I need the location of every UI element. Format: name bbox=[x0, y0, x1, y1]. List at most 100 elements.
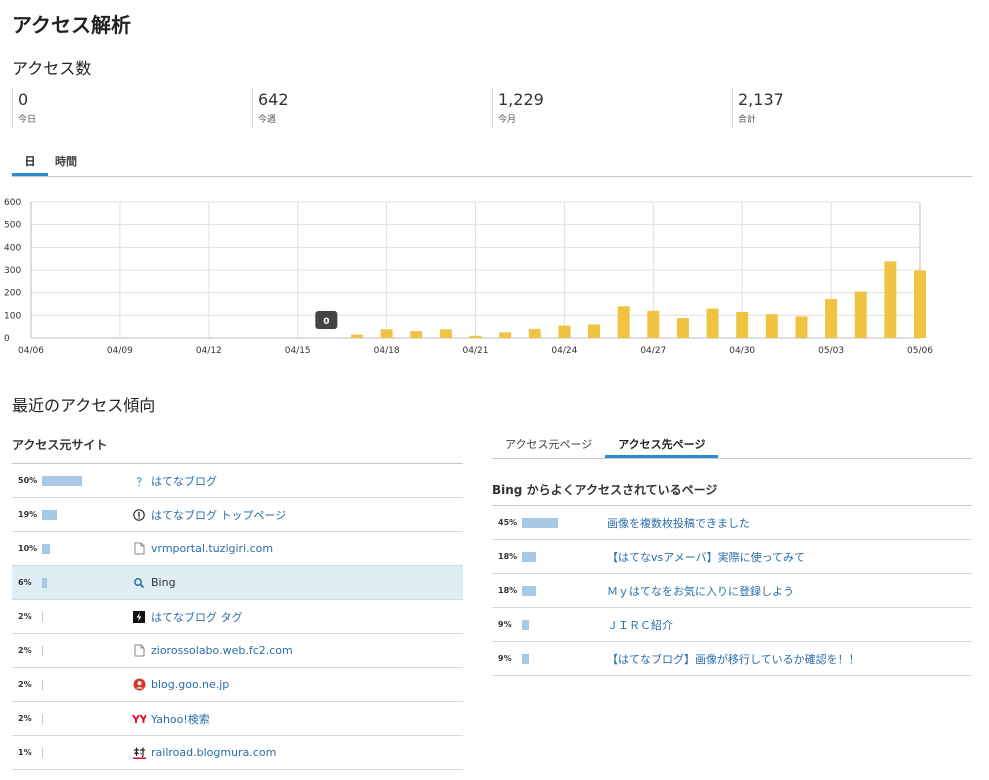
destination-row[interactable]: 18% 【はてなvsアメーバ】実際に使ってみて bbox=[492, 540, 972, 574]
referrer-link[interactable]: ziorossolabo.web.fc2.com bbox=[151, 644, 293, 657]
destination-link[interactable]: Ｍｙはてなをお気に入りに登録しよう bbox=[607, 583, 794, 599]
x-tick-label: 05/03 bbox=[818, 346, 844, 356]
destination-link[interactable]: 【はてなvsアメーバ】実際に使ってみて bbox=[607, 549, 805, 565]
x-tick-label: 04/21 bbox=[463, 346, 489, 356]
hatena-top-icon bbox=[132, 508, 146, 522]
recent-title: 最近のアクセス傾向 bbox=[12, 396, 156, 415]
chart-bar bbox=[528, 328, 541, 338]
destination-bar bbox=[522, 585, 537, 596]
referrer-bar bbox=[42, 611, 43, 622]
y-tick-label: 300 bbox=[4, 266, 21, 276]
referrer-link[interactable]: vrmportal.tuzigiri.com bbox=[151, 542, 273, 555]
x-tick-label: 05/06 bbox=[907, 346, 933, 356]
stat-label: 合計 bbox=[738, 115, 757, 125]
destination-row[interactable]: 18% Ｍｙはてなをお気に入りに登録しよう bbox=[492, 574, 972, 608]
x-tick-label: 04/06 bbox=[18, 346, 44, 356]
y-tick-label: 200 bbox=[4, 289, 21, 299]
tab-day[interactable]: 日 bbox=[12, 148, 48, 176]
referrer-percent: 2% bbox=[18, 646, 32, 655]
chart-bar bbox=[825, 299, 838, 338]
chart-bar bbox=[914, 270, 926, 338]
referrer-row[interactable]: 2% はてなブログ タグ bbox=[12, 600, 463, 634]
referrer-row[interactable]: 1% railroad.blogmura.com bbox=[12, 736, 463, 770]
destination-bar-track bbox=[520, 517, 602, 528]
destination-row[interactable]: 45% 画像を複数枚投稿できました bbox=[492, 506, 972, 540]
referrer-row[interactable]: 2% ziorossolabo.web.fc2.com bbox=[12, 634, 463, 668]
access-count-title: アクセス数 bbox=[12, 59, 92, 78]
referrer-bar bbox=[42, 713, 43, 724]
referrer-percent: 6% bbox=[18, 578, 32, 587]
stat-label: 今日 bbox=[18, 115, 37, 125]
destination-bar bbox=[522, 619, 530, 630]
chart-bar bbox=[617, 306, 630, 338]
stat-month: 1,229 今月 bbox=[492, 88, 732, 128]
referrer-bar bbox=[42, 577, 47, 588]
stat-label: 今月 bbox=[498, 115, 517, 125]
referrer-link[interactable]: はてなブログ bbox=[151, 473, 217, 489]
page-tabs: アクセス元ページ アクセス先ページ bbox=[492, 429, 972, 459]
referrer-row[interactable]: 10% vrmportal.tuzigiri.com bbox=[12, 532, 463, 566]
stat-value: 0 bbox=[18, 90, 29, 109]
destination-bar-track bbox=[520, 619, 602, 630]
referrer-list: 50% はてなブログ 19% はてなブログ トップページ 10% vrmport… bbox=[12, 463, 463, 770]
referrer-link[interactable]: blog.goo.ne.jp bbox=[151, 678, 229, 691]
x-tick-label: 04/18 bbox=[374, 346, 400, 356]
referrer-row[interactable]: 19% はてなブログ トップページ bbox=[12, 498, 463, 532]
yahoo-icon bbox=[132, 712, 146, 726]
destination-percent: 18% bbox=[498, 552, 518, 561]
referrer-percent: 2% bbox=[18, 612, 32, 621]
stat-week: 642 今週 bbox=[252, 88, 492, 128]
tab-destination-pages[interactable]: アクセス先ページ bbox=[605, 429, 719, 458]
y-tick-label: 100 bbox=[4, 311, 21, 321]
referrer-row[interactable]: 2% blog.goo.ne.jp bbox=[12, 668, 463, 702]
chart-bar bbox=[499, 332, 512, 338]
destination-bar-track bbox=[520, 653, 602, 664]
y-tick-label: 0 bbox=[4, 334, 10, 344]
referrer-link[interactable]: はてなブログ トップページ bbox=[151, 507, 286, 523]
search-icon bbox=[132, 576, 146, 590]
access-chart: 0 100 200 300 400 500 600 04/06 04/09 04/12 04/15 0… bbox=[4, 198, 933, 356]
referrer-percent: 2% bbox=[18, 714, 32, 723]
referrer-link[interactable]: Yahoo!検索 bbox=[151, 711, 210, 727]
chart-bar bbox=[706, 308, 719, 338]
referrer-row[interactable]: 2% Yahoo!検索 bbox=[12, 702, 463, 736]
chart-bar bbox=[765, 314, 778, 338]
destination-link[interactable]: 【はてなブログ】画像が移行しているか確認を！！ bbox=[607, 651, 860, 667]
destination-list: 45% 画像を複数枚投稿できました 18% 【はてなvsアメーバ】実際に使ってみ… bbox=[492, 505, 972, 676]
y-tick-label: 400 bbox=[4, 243, 21, 253]
referrer-bar bbox=[42, 679, 43, 690]
destination-title: Bing からよくアクセスされているページ bbox=[492, 483, 718, 497]
stat-today: 0 今日 bbox=[12, 88, 252, 128]
referrer-row[interactable]: 50% はてなブログ bbox=[12, 464, 463, 498]
chart-bar bbox=[588, 324, 601, 338]
referrer-bar-track bbox=[40, 543, 128, 554]
referrer-percent: 50% bbox=[18, 476, 38, 485]
referrer-percent: 1% bbox=[18, 748, 32, 757]
referrer-bar-track bbox=[40, 475, 128, 486]
chart-bar bbox=[410, 331, 423, 338]
stat-value: 2,137 bbox=[738, 90, 784, 109]
stats-row: 0 今日 642 今週 1,229 今月 2,137 合計 bbox=[12, 88, 972, 128]
referrer-link[interactable]: Bing bbox=[151, 576, 176, 589]
chart-bar bbox=[647, 310, 660, 338]
chart-bar bbox=[884, 261, 897, 338]
goo-icon bbox=[132, 678, 146, 692]
referrer-row-selected[interactable]: 6% Bing bbox=[12, 566, 463, 600]
page-icon bbox=[132, 644, 146, 658]
tab-source-pages[interactable]: アクセス元ページ bbox=[492, 429, 605, 458]
referrer-link[interactable]: railroad.blogmura.com bbox=[151, 746, 276, 759]
x-tick-label: 04/12 bbox=[196, 346, 222, 356]
destination-link[interactable]: ＪＩＲＣ紹介 bbox=[607, 617, 673, 633]
referrer-link[interactable]: はてなブログ タグ bbox=[151, 609, 243, 625]
stat-value: 1,229 bbox=[498, 90, 544, 109]
stat-value: 642 bbox=[258, 90, 289, 109]
tab-hour[interactable]: 時間 bbox=[48, 148, 84, 176]
referrer-bar-track bbox=[40, 645, 128, 656]
chart-tabs: 日 時間 bbox=[12, 148, 972, 177]
chart-tooltip-value: 0 bbox=[323, 317, 329, 327]
destination-row[interactable]: 9% ＪＩＲＣ紹介 bbox=[492, 608, 972, 642]
destination-bar-track bbox=[520, 585, 602, 596]
destination-row[interactable]: 9% 【はてなブログ】画像が移行しているか確認を！！ bbox=[492, 642, 972, 676]
chart-bar bbox=[795, 316, 808, 338]
destination-link[interactable]: 画像を複数枚投稿できました bbox=[607, 515, 750, 531]
